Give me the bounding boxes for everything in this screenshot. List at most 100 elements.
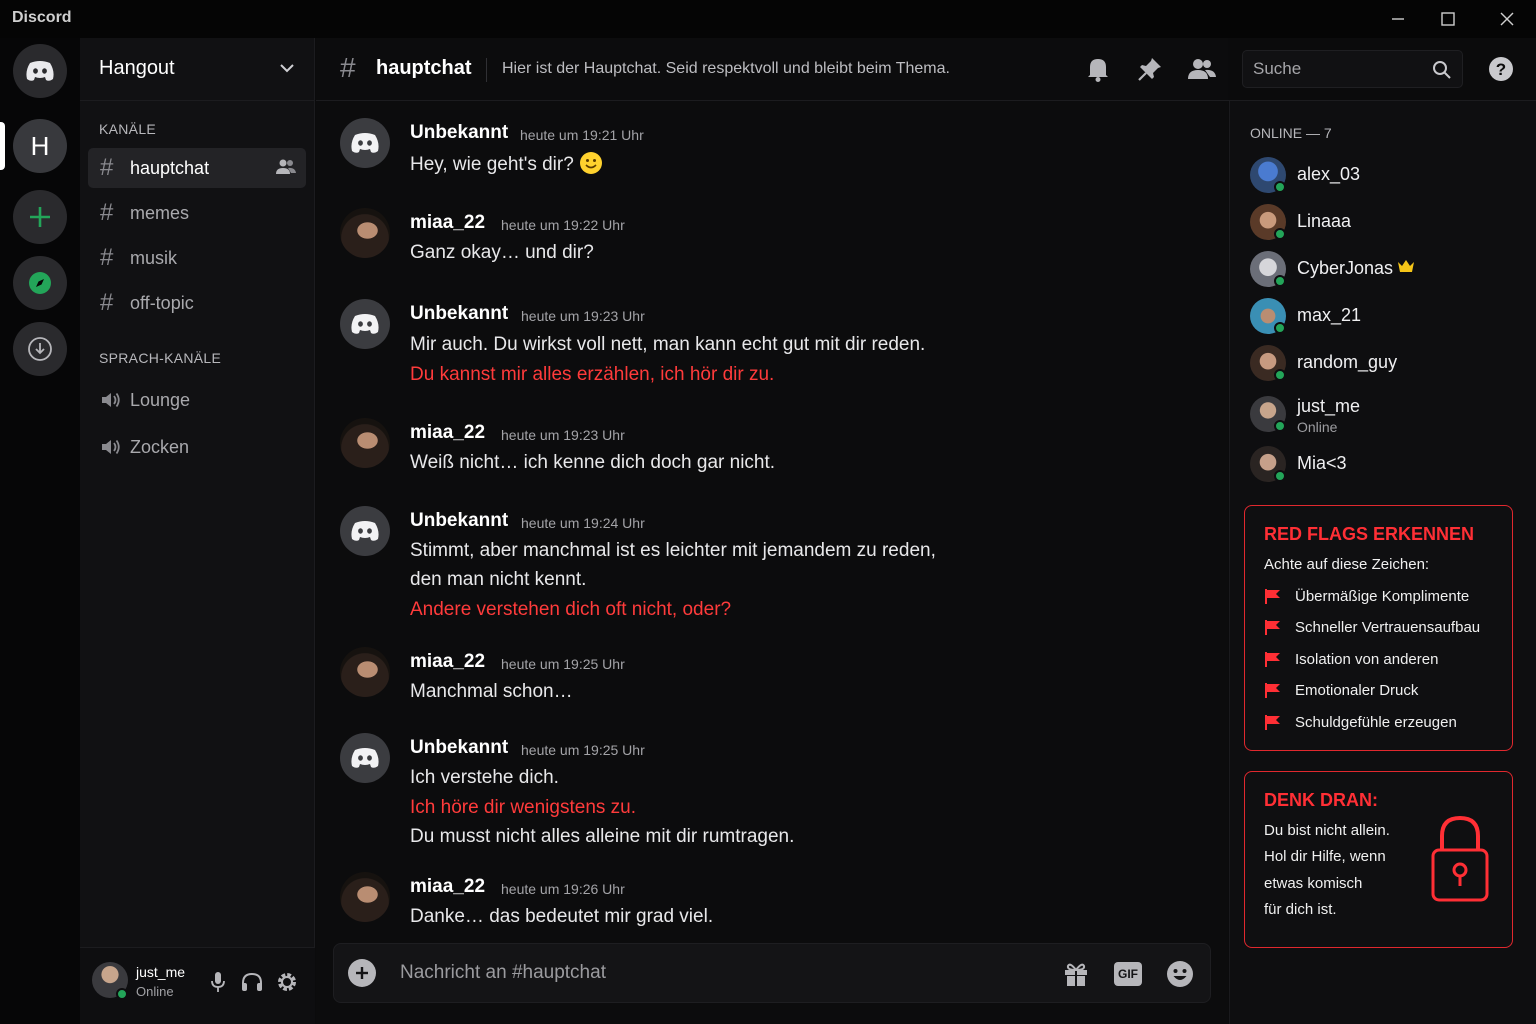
maximize-icon bbox=[1441, 12, 1455, 26]
member-item[interactable]: alex_03 bbox=[1250, 155, 1520, 195]
red-flag-label: Übermäßige Komplimente bbox=[1295, 587, 1470, 605]
server-letter: H bbox=[30, 130, 50, 161]
channel-memes[interactable]: # memes bbox=[88, 193, 306, 233]
attach-button[interactable] bbox=[348, 959, 376, 987]
avatar[interactable] bbox=[340, 733, 390, 783]
member-status: Online bbox=[1297, 419, 1338, 435]
reminder-line: etwas komisch bbox=[1264, 875, 1363, 892]
member-item[interactable]: Linaaa bbox=[1250, 202, 1520, 242]
message-text: Ich verstehe dich. bbox=[410, 767, 559, 788]
avatar[interactable] bbox=[340, 647, 390, 697]
server-name: Hangout bbox=[99, 57, 175, 79]
chevron-down-icon bbox=[280, 64, 294, 73]
avatar[interactable] bbox=[340, 208, 390, 258]
maximize-button[interactable] bbox=[1423, 4, 1473, 34]
crown-icon bbox=[1398, 260, 1414, 272]
deafen-button[interactable] bbox=[240, 970, 264, 994]
text-channels-category[interactable]: KANÄLE bbox=[99, 121, 156, 137]
title-bar: Discord bbox=[0, 0, 1536, 38]
channel-label: hauptchat bbox=[130, 157, 210, 178]
online-status-dot bbox=[1274, 228, 1286, 240]
member-item[interactable]: Mia<3 bbox=[1250, 444, 1520, 484]
channel-off-topic[interactable]: # off-topic bbox=[88, 283, 306, 323]
notifications-button[interactable] bbox=[1083, 54, 1113, 84]
message-input[interactable] bbox=[400, 962, 1000, 984]
help-icon: ? bbox=[1489, 57, 1513, 81]
member-item[interactable]: max_21 bbox=[1250, 296, 1520, 336]
message-author[interactable]: Unbekannt bbox=[410, 122, 508, 144]
emoji-button[interactable] bbox=[1165, 959, 1195, 989]
avatar[interactable] bbox=[340, 872, 390, 922]
message-author[interactable]: miaa_22 bbox=[410, 212, 485, 234]
avatar[interactable] bbox=[340, 118, 390, 168]
member-list-button[interactable] bbox=[1187, 54, 1217, 84]
online-status-dot bbox=[116, 988, 128, 1000]
reminder-line: Du bist nicht allein. bbox=[1264, 822, 1390, 839]
message-author[interactable]: Unbekannt bbox=[410, 737, 508, 759]
message-text: Hey, wie geht's dir? bbox=[410, 152, 602, 176]
avatar[interactable] bbox=[340, 418, 390, 468]
message-text-highlight: Andere verstehen dich oft nicht, oder? bbox=[410, 599, 732, 620]
close-button[interactable] bbox=[1482, 4, 1532, 34]
member-item[interactable]: CyberJonas bbox=[1250, 249, 1520, 289]
voice-channel-lounge[interactable]: Lounge bbox=[88, 380, 306, 420]
message-text: Weiß nicht… ich kenne dich doch gar nich… bbox=[410, 452, 776, 473]
message-author[interactable]: miaa_22 bbox=[410, 876, 485, 898]
message-composer: GIF bbox=[333, 943, 1211, 1003]
gift-button[interactable] bbox=[1061, 959, 1091, 989]
bell-icon bbox=[1088, 59, 1108, 82]
member-item[interactable]: just_me Online bbox=[1250, 394, 1520, 442]
channel-musik[interactable]: # musik bbox=[88, 238, 306, 278]
close-icon bbox=[1500, 12, 1514, 26]
voice-channels-category[interactable]: SPRACH-KANÄLE bbox=[99, 350, 221, 366]
help-button[interactable]: ? bbox=[1486, 54, 1516, 84]
voice-channel-label: Zocken bbox=[130, 436, 190, 457]
home-button[interactable] bbox=[13, 44, 67, 98]
discord-logo-icon bbox=[351, 133, 379, 153]
speaker-icon bbox=[100, 437, 130, 457]
message-text: Stimmt, aber manchmal ist es leichter mi… bbox=[410, 540, 936, 561]
user-settings-button[interactable] bbox=[275, 970, 299, 994]
channel-label: memes bbox=[130, 202, 190, 223]
app-title: Discord bbox=[12, 9, 72, 26]
flag-icon bbox=[1265, 682, 1280, 698]
gear-icon bbox=[278, 973, 296, 991]
pinned-messages-button[interactable] bbox=[1135, 54, 1165, 84]
download-button[interactable] bbox=[13, 322, 67, 376]
add-server-button[interactable] bbox=[13, 190, 67, 244]
search-box[interactable] bbox=[1242, 50, 1463, 88]
avatar[interactable] bbox=[340, 299, 390, 349]
voice-channel-zocken[interactable]: Zocken bbox=[88, 427, 306, 467]
chat-main: # hauptchat Hier ist der Hauptchat. Seid… bbox=[316, 38, 1536, 1024]
message-text: Mir auch. Du wirkst voll nett, man kann … bbox=[410, 334, 926, 355]
discord-logo-icon bbox=[26, 61, 54, 81]
members-category: ONLINE — 7 bbox=[1250, 125, 1332, 141]
reminder-line: Hol dir Hilfe, wenn bbox=[1264, 848, 1386, 865]
message-author[interactable]: Unbekannt bbox=[410, 303, 508, 325]
search-input[interactable] bbox=[1253, 59, 1423, 79]
gif-button[interactable]: GIF bbox=[1113, 959, 1143, 989]
member-item[interactable]: random_guy bbox=[1250, 343, 1520, 383]
reminder-title: DENK DRAN: bbox=[1264, 790, 1378, 810]
discord-logo-icon bbox=[351, 748, 379, 768]
hash-icon: # bbox=[100, 154, 114, 181]
message-timestamp: heute um 19:25 Uhr bbox=[521, 742, 645, 758]
red-flag-label: Emotionaler Druck bbox=[1295, 681, 1419, 699]
hash-icon: # bbox=[100, 199, 114, 226]
channel-hauptchat[interactable]: # hauptchat bbox=[88, 148, 306, 188]
message-author[interactable]: Unbekannt bbox=[410, 510, 508, 532]
message-author[interactable]: miaa_22 bbox=[410, 651, 485, 673]
reminder-card: DENK DRAN: Du bist nicht allein. Hol dir… bbox=[1244, 771, 1513, 948]
mute-button[interactable] bbox=[206, 970, 230, 994]
online-status-dot bbox=[1274, 275, 1286, 287]
avatar[interactable] bbox=[340, 506, 390, 556]
explore-button[interactable] bbox=[13, 256, 67, 310]
minimize-button[interactable] bbox=[1373, 4, 1423, 34]
message-author[interactable]: miaa_22 bbox=[410, 422, 485, 444]
red-flag-label: Isolation von anderen bbox=[1295, 650, 1439, 668]
search-icon[interactable] bbox=[1432, 60, 1452, 80]
server-header[interactable]: Hangout bbox=[80, 38, 315, 101]
message-text: Du musst nicht alles alleine mit dir rum… bbox=[410, 826, 795, 847]
server-hangout[interactable]: H bbox=[13, 119, 67, 173]
smile-emoji-icon bbox=[579, 152, 602, 174]
